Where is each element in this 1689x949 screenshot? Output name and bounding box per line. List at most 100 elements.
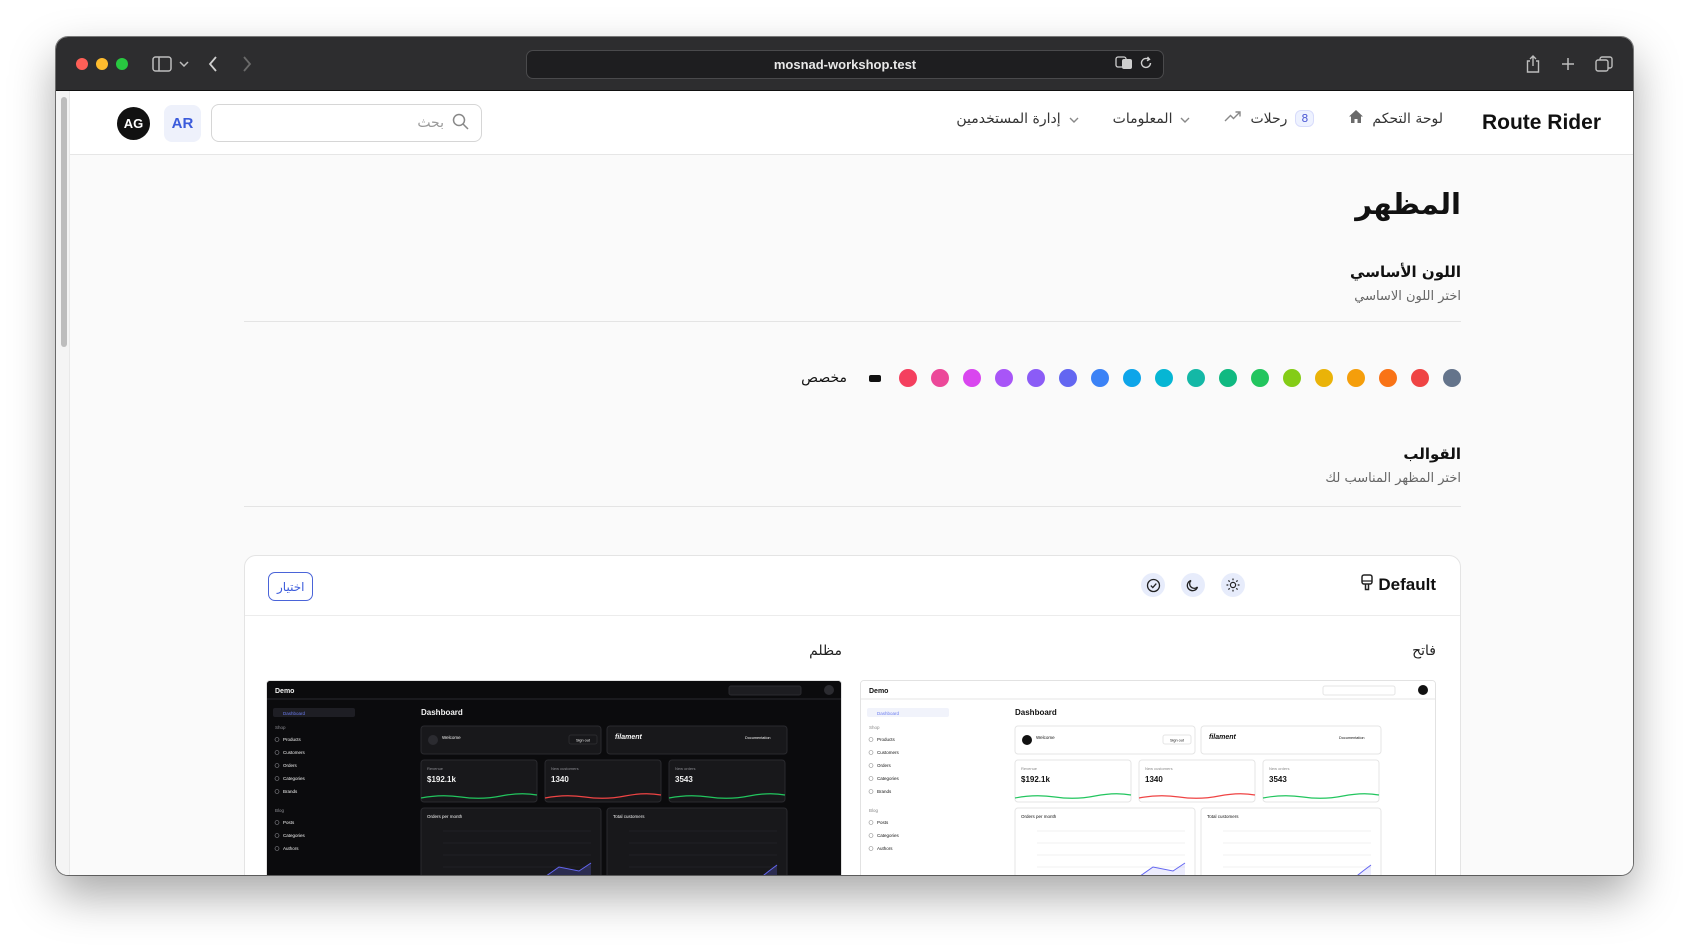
address-bar[interactable]: mosnad-workshop.test [526,50,1164,79]
primary-color-subtitle: اختر اللون الاساسي [1354,289,1461,304]
color-swatch-3[interactable] [1379,369,1397,387]
reload-icon[interactable] [1139,56,1153,73]
search-field[interactable] [211,104,482,142]
preview-chart-title: Orders per month [427,814,463,819]
translate-icon[interactable] [1115,56,1133,73]
preview-heading: Dashboard [1015,708,1057,717]
themes-title: القوالب [1403,445,1461,463]
tab-overview-icon[interactable] [1594,52,1614,76]
preview-sidebar-item: Brands [283,789,298,794]
fullscreen-window-button[interactable] [116,58,128,70]
new-tab-icon[interactable] [1559,52,1577,76]
color-swatch-8[interactable] [1219,369,1237,387]
divider [244,506,1461,507]
color-swatch-7[interactable] [1251,369,1269,387]
color-swatch-9[interactable] [1187,369,1205,387]
preview-sidebar-group: Blog [275,808,285,813]
preview-welcome-text: Welcome [442,735,461,740]
select-theme-button[interactable]: اختيار [268,572,314,601]
share-icon[interactable] [1524,52,1542,76]
themes-subtitle: اختر المظهر المناسب لك [1325,471,1461,486]
color-swatch-13[interactable] [1059,369,1077,387]
preview-sidebar-item: Customers [877,750,900,755]
color-swatch-1[interactable] [1443,369,1461,387]
main-content: المظهر اللون الأساسي اختر اللون الاساسي … [244,155,1461,875]
preview-sidebar-item: Brands [877,789,892,794]
browser-window: mosnad-workshop.test Route Rider لوحة ال… [56,37,1633,875]
preview-welcome-card [1014,725,1196,755]
trips-count-badge: 8 [1295,110,1315,127]
preview-heading: Dashboard [421,708,463,717]
main-nav: لوحة التحكم رحلات 8 المعلومات إدارة المس… [956,109,1443,128]
search-input[interactable] [354,115,444,131]
preview-sidebar-item: Posts [283,820,295,825]
close-window-button[interactable] [76,58,88,70]
dark-preview-image: Demo Dashboard Shop Products Customers Orders… [267,681,841,875]
preview-signout-text: Sign out [576,739,591,743]
preview-filament-logo: filament [1209,734,1237,741]
app-topbar: Route Rider لوحة التحكم رحلات 8 المعلوما… [70,91,1633,155]
preview-stat-value: 1340 [551,775,569,784]
preview-search [728,685,802,696]
forward-icon[interactable] [240,52,254,76]
preview-sidebar-item: Categories [877,833,900,838]
preview-app-name: Demo [275,688,294,695]
preview-chart-title: Total customers [613,814,645,819]
browser-toolbar: mosnad-workshop.test [56,37,1633,91]
color-swatch-18[interactable] [899,369,917,387]
preview-stat-value: $192.1k [427,775,456,784]
preview-stat-label: Revenue [427,766,444,771]
theme-card: Default اختيار فاتح مظلم Demo Dashboard … [244,555,1461,875]
preview-sidebar-active-label: Dashboard [877,711,900,716]
preview-sidebar-item: Categories [877,776,900,781]
minimize-window-button[interactable] [96,58,108,70]
color-swatch-17[interactable] [931,369,949,387]
preview-sidebar-group: Shop [869,725,880,730]
color-swatch-12[interactable] [1091,369,1109,387]
nav-item-information[interactable]: المعلومات [1113,111,1191,127]
chevron-down-icon[interactable] [178,52,190,76]
sun-icon [1221,573,1245,597]
color-swatch-14[interactable] [1027,369,1045,387]
address-url: mosnad-workshop.test [773,57,917,72]
scrollbar[interactable] [56,91,70,875]
light-theme-preview[interactable]: Demo Dashboard Shop Products Customers Orders… [860,680,1436,875]
color-swatches: مخصص [801,369,1461,387]
theme-card-header: Default اختيار [245,556,1460,616]
custom-color-swatch[interactable] [869,374,881,382]
preview-sidebar-item: Posts [877,820,889,825]
preview-sidebar-item: Orders [283,763,298,768]
user-avatar[interactable]: AG [117,107,150,140]
color-swatch-15[interactable] [995,369,1013,387]
nav-item-trips[interactable]: رحلات 8 [1224,110,1315,127]
dark-theme-preview[interactable]: Demo Dashboard Shop Products Customers Orders… [266,680,842,875]
nav-label: المعلومات [1112,110,1173,127]
back-icon[interactable] [206,52,220,76]
color-swatch-10[interactable] [1155,369,1173,387]
preview-welcome-text: Welcome [1036,735,1055,740]
preview-sidebar-item: Orders [877,763,892,768]
preview-stat-value: $192.1k [1021,775,1050,784]
language-switcher[interactable]: AR [164,105,201,142]
color-swatch-11[interactable] [1123,369,1141,387]
preview-welcome-card [420,725,602,755]
color-swatch-4[interactable] [1347,369,1365,387]
nav-item-dashboard[interactable]: لوحة التحكم [1348,109,1443,128]
nav-label: رحلات [1250,110,1288,127]
sidebar-toggle-icon[interactable] [151,52,173,76]
color-swatch-2[interactable] [1411,369,1429,387]
brand-logo[interactable]: Route Rider [1482,111,1601,135]
preview-filament-logo: filament [615,734,643,741]
divider [244,321,1461,322]
color-swatch-16[interactable] [963,369,981,387]
custom-color-label[interactable]: مخصص [801,370,847,386]
paintbrush-icon [1360,574,1374,596]
color-swatch-6[interactable] [1283,369,1301,387]
preview-sidebar-item: Products [877,737,896,742]
preview-welcome-avatar [1022,735,1032,745]
color-swatch-5[interactable] [1315,369,1333,387]
trending-icon [1224,110,1242,127]
scrollbar-thumb[interactable] [61,97,67,347]
nav-item-user-management[interactable]: إدارة المستخدمين [956,111,1079,127]
preview-signout-text: Sign out [1170,739,1185,743]
